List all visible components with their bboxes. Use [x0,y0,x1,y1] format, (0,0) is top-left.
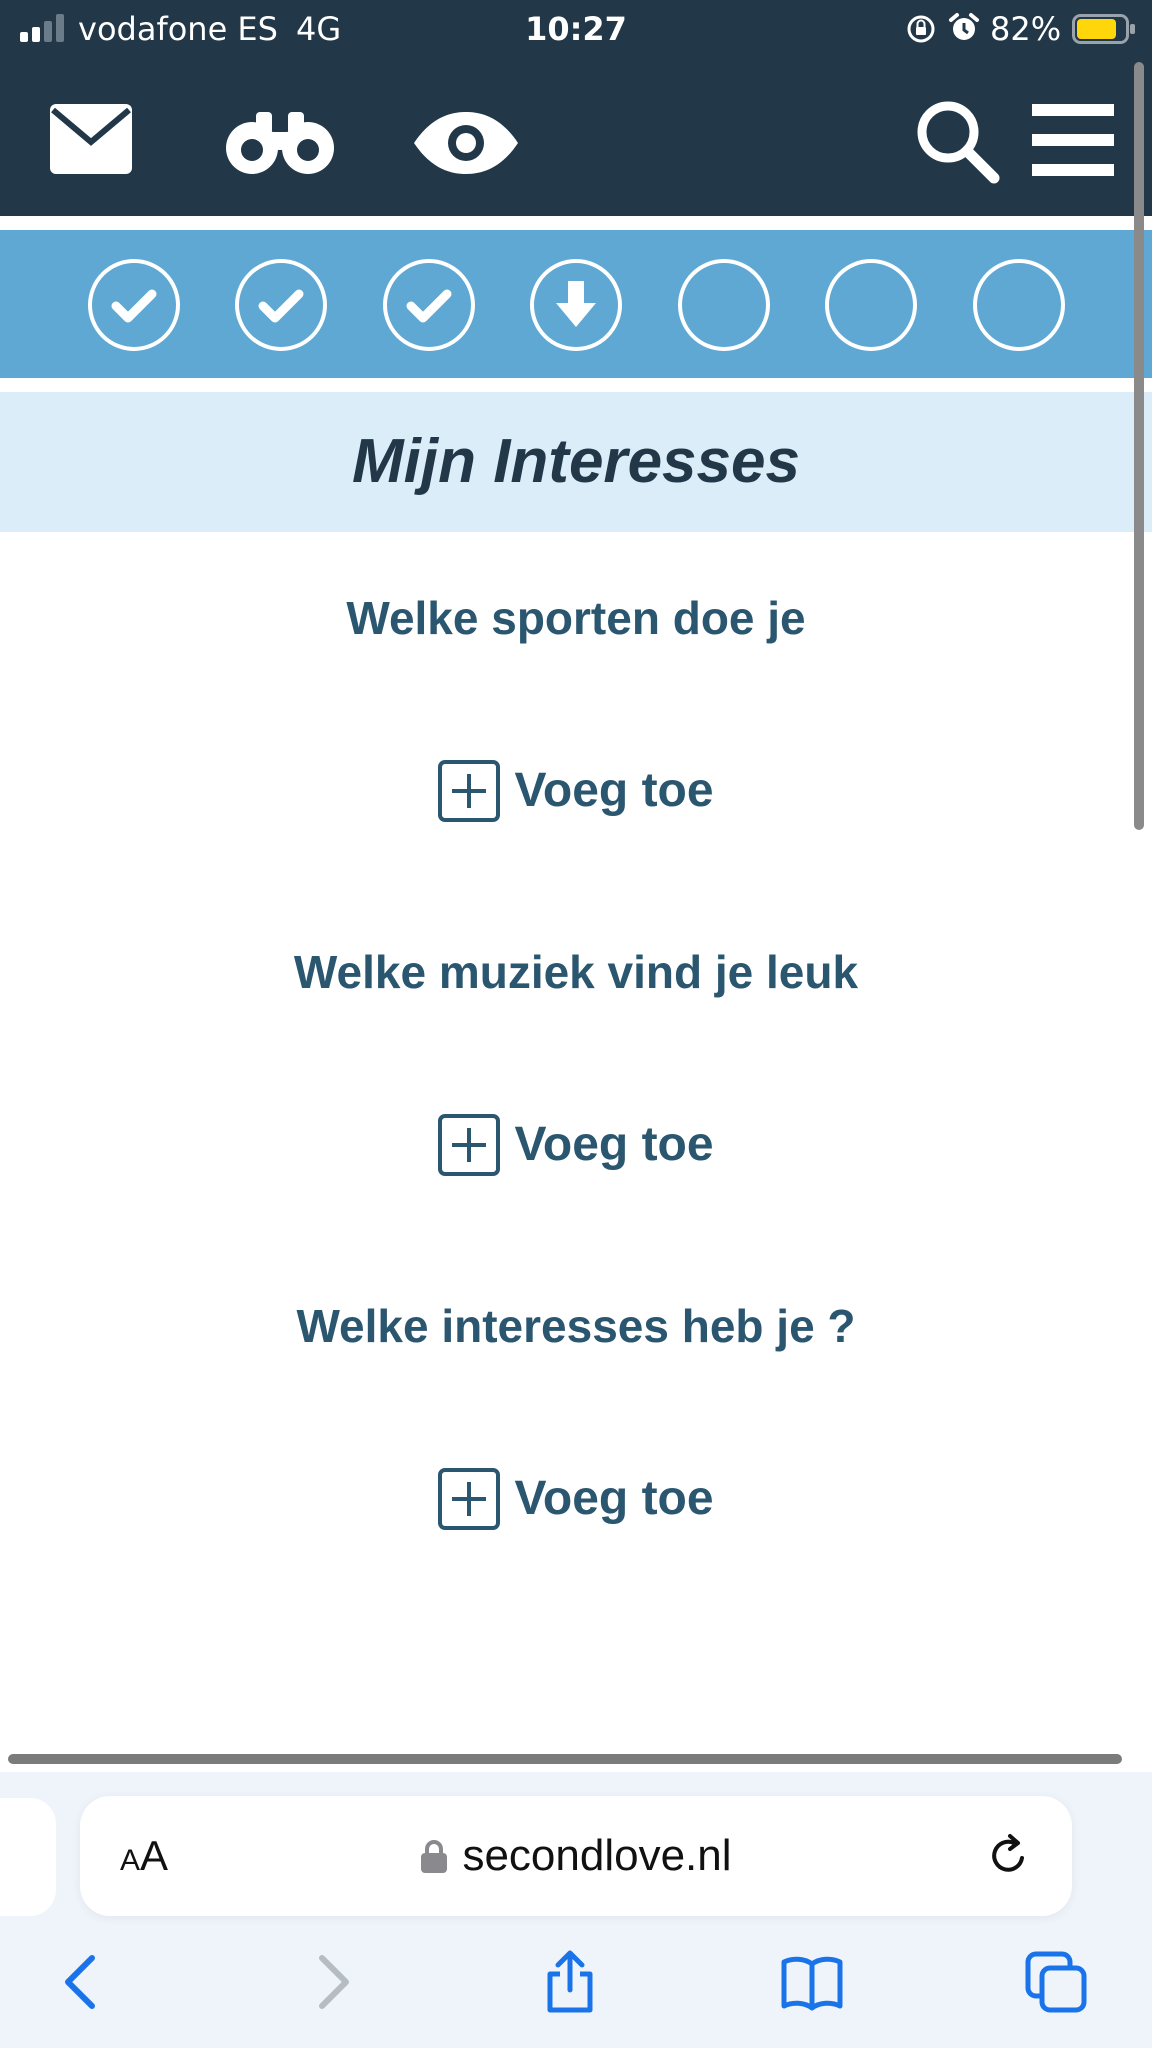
check-icon [111,289,157,323]
menu-icon[interactable] [1030,104,1116,176]
lock-icon [421,1840,448,1873]
rotation-lock-icon [907,15,935,43]
page-title: Mijn Interesses [352,427,800,496]
previous-tab-preview[interactable] [0,1798,56,1916]
eye-icon[interactable] [412,110,520,176]
url-display[interactable]: secondlove.nl [80,1796,1072,1916]
mail-icon[interactable] [50,104,132,174]
search-icon[interactable] [914,98,1000,184]
address-bar[interactable]: AA secondlove.nl [80,1796,1072,1916]
battery-icon [1072,14,1135,44]
forward-icon[interactable] [300,1950,364,2014]
share-icon[interactable] [538,1950,602,2014]
section-header: Mijn Interesses [0,392,1152,532]
step-4[interactable] [530,259,622,351]
step-6[interactable] [825,259,917,351]
question-sports: Welke sporten doe je [346,592,806,644]
question-music: Welke muziek vind je leuk [293,946,859,998]
status-bar: vodafone ES 4G 10:27 82% [0,0,1152,58]
question-interests: Welke interesses heb je ? [296,1300,856,1352]
reload-icon[interactable] [984,1832,1032,1880]
step-7[interactable] [973,259,1065,351]
plus-square-icon [438,1468,501,1530]
check-icon [258,289,304,323]
back-icon[interactable] [50,1950,114,2014]
battery-percent: 82% [990,10,1062,48]
step-3[interactable] [383,259,475,351]
arrow-down-icon [556,281,596,327]
url-text: secondlove.nl [462,1831,732,1880]
top-navigation [0,58,1152,216]
add-interests-button[interactable]: Voeg toe [0,1464,1152,1534]
step-1[interactable] [88,259,180,351]
tabs-icon[interactable] [1024,1950,1088,2014]
plus-square-icon [438,1114,501,1176]
binoculars-icon[interactable] [226,106,334,176]
alarm-icon [949,13,979,40]
add-button-label: Voeg toe [514,1472,714,1525]
add-music-button[interactable]: Voeg toe [0,1110,1152,1180]
add-sports-button[interactable]: Voeg toe [0,756,1152,826]
step-2[interactable] [235,259,327,351]
add-button-label: Voeg toe [514,764,714,817]
progress-steps [0,230,1152,378]
check-icon [406,289,452,323]
step-5[interactable] [678,259,770,351]
add-button-label: Voeg toe [514,1118,714,1171]
plus-square-icon [438,760,501,822]
vertical-scrollbar[interactable] [1134,62,1144,830]
bookmarks-icon[interactable] [780,1950,844,2014]
horizontal-scrollbar[interactable] [8,1754,1122,1764]
